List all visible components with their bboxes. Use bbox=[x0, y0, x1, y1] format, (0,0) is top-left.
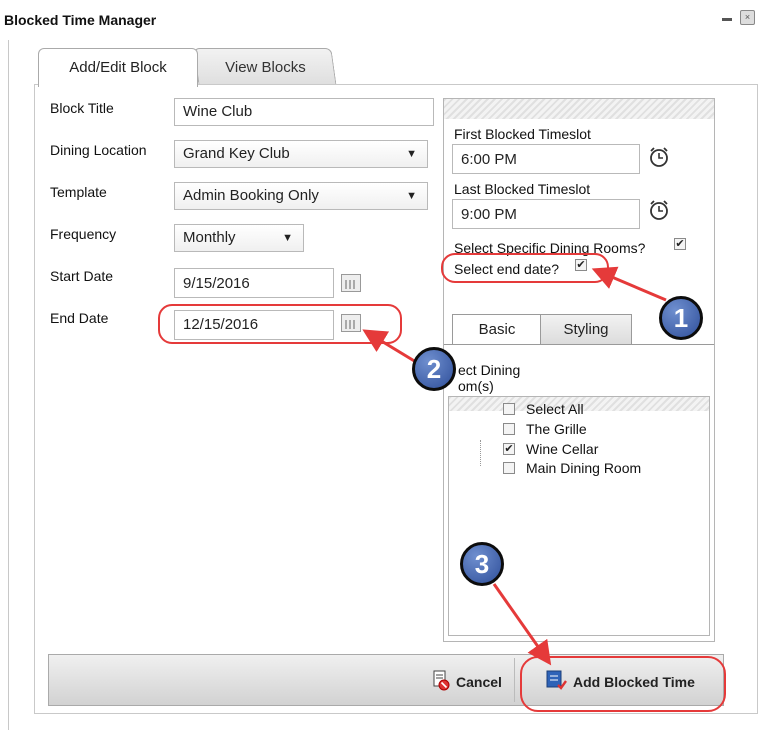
arrow-3 bbox=[492, 583, 552, 666]
annotation-badge-3: 3 bbox=[460, 542, 504, 586]
tab-add-edit-block[interactable]: Add/Edit Block bbox=[38, 48, 198, 87]
annotation-badge-1: 1 bbox=[659, 296, 703, 340]
arrow-1 bbox=[591, 266, 667, 302]
arrow-2 bbox=[362, 329, 417, 364]
annotation-arrows bbox=[362, 266, 667, 666]
annotation-badge-2: 2 bbox=[412, 347, 456, 391]
